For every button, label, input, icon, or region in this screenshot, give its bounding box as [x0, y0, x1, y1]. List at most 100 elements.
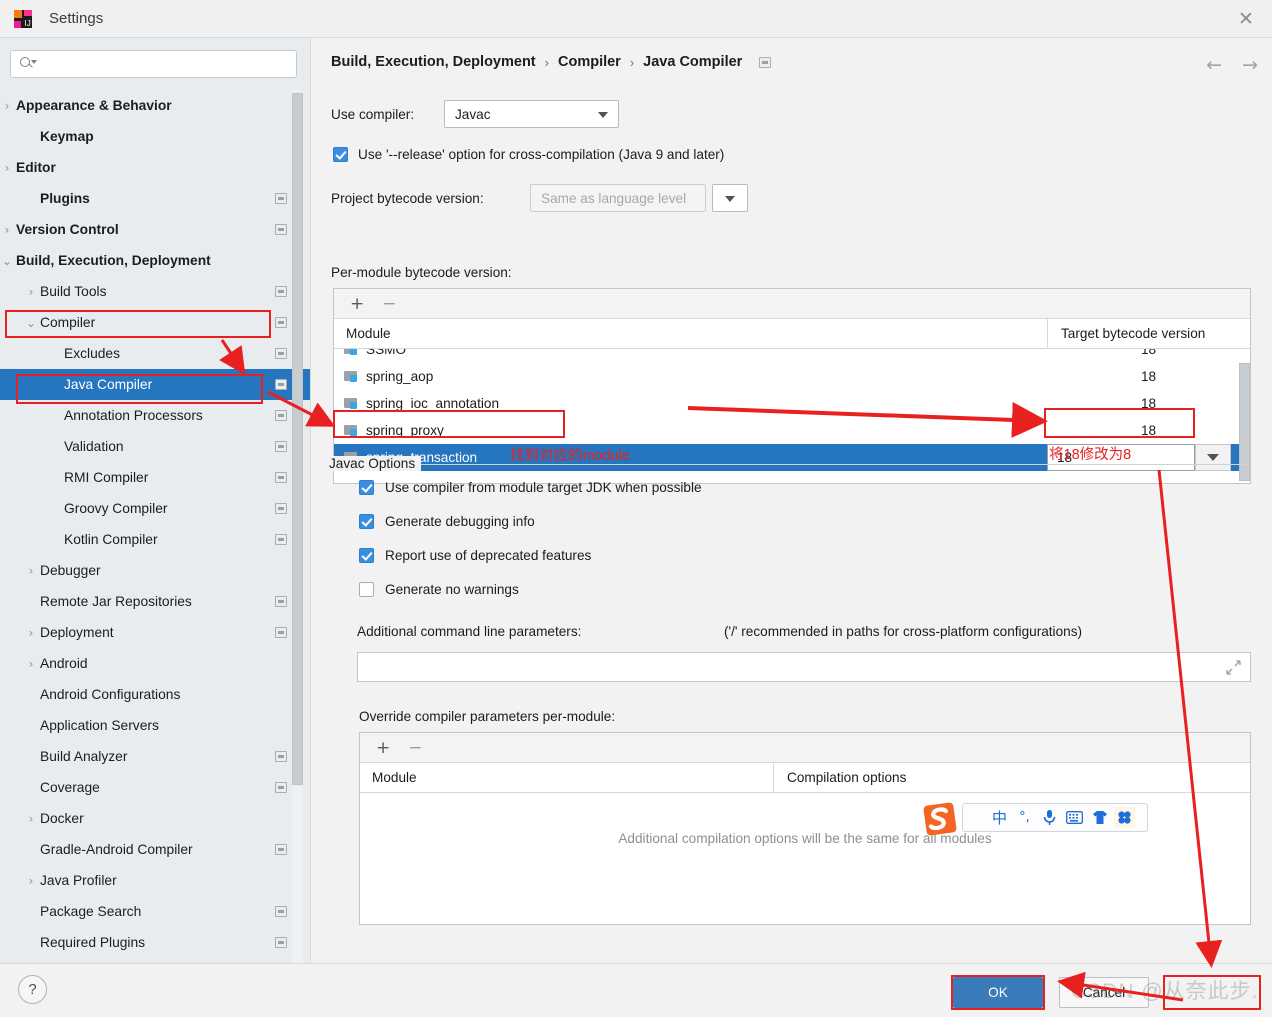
chevron-right-icon[interactable]: ›	[24, 564, 38, 578]
target-bytecode-cell[interactable]: 18	[1047, 423, 1250, 438]
sidebar-item-kotlin-compiler[interactable]: Kotlin Compiler	[0, 524, 310, 555]
sidebar-item-required-plugins[interactable]: Required Plugins	[0, 927, 310, 958]
module-cell[interactable]: spring_aop	[334, 369, 1047, 384]
override-column-header-module[interactable]: Module	[360, 770, 773, 785]
sidebar-item-annotation-processors[interactable]: Annotation Processors	[0, 400, 310, 431]
chevron-right-icon[interactable]: ›	[24, 874, 38, 888]
sidebar-item-docker[interactable]: › Docker	[0, 803, 310, 834]
module-cell[interactable]: spring_transaction	[334, 450, 1047, 465]
sidebar-item-label: Remote Jar Repositories	[40, 594, 192, 609]
sidebar-item-rmi-compiler[interactable]: RMI Compiler	[0, 462, 310, 493]
expand-icon[interactable]	[1226, 660, 1241, 675]
remove-module-button[interactable]: −	[382, 294, 396, 314]
sidebar-item-build-analyzer[interactable]: Build Analyzer	[0, 741, 310, 772]
sidebar-item-deployment[interactable]: › Deployment	[0, 617, 310, 648]
chevron-down-icon[interactable]: ⌄	[0, 254, 14, 268]
chevron-down-icon	[725, 196, 735, 202]
add-module-button[interactable]: +	[350, 294, 364, 314]
table-row[interactable]: spring_ioc_annotation 18	[334, 390, 1250, 417]
javac-option-row[interactable]: Generate debugging info	[359, 514, 535, 529]
chevron-right-icon[interactable]: ›	[24, 812, 38, 826]
ok-button[interactable]: OK	[953, 977, 1043, 1008]
forward-arrow-icon[interactable]: →	[1242, 54, 1258, 76]
breadcrumb-separator-icon: ›	[544, 54, 549, 70]
sidebar-item-compiler[interactable]: ⌄ Compiler	[0, 307, 310, 338]
javac-option-checkbox[interactable]	[359, 582, 374, 597]
toolbox-icon[interactable]	[1114, 807, 1135, 828]
sidebar-item-package-search[interactable]: Package Search	[0, 896, 310, 927]
target-bytecode-cell[interactable]: 18	[1047, 396, 1250, 411]
table-row[interactable]: SSMO 18	[334, 349, 1250, 363]
sidebar-item-editor[interactable]: › Editor	[0, 152, 310, 183]
sidebar-item-excludes[interactable]: Excludes	[0, 338, 310, 369]
override-column-header-options[interactable]: Compilation options	[774, 770, 906, 785]
javac-option-checkbox[interactable]	[359, 548, 374, 563]
add-override-button[interactable]: +	[376, 738, 390, 758]
sidebar-item-android-configurations[interactable]: Android Configurations	[0, 679, 310, 710]
javac-option-checkbox[interactable]	[359, 480, 374, 495]
chevron-right-icon[interactable]: ›	[0, 161, 14, 175]
sidebar-item-build-execution-deployment[interactable]: ⌄ Build, Execution, Deployment	[0, 245, 310, 276]
sidebar-item-coverage[interactable]: Coverage	[0, 772, 310, 803]
sidebar-item-groovy-compiler[interactable]: Groovy Compiler	[0, 493, 310, 524]
release-option-checkbox-row[interactable]: Use '--release' option for cross-compila…	[333, 147, 724, 162]
remove-override-button[interactable]: −	[408, 738, 422, 758]
sidebar-item-keymap[interactable]: Keymap	[0, 121, 310, 152]
chevron-right-icon[interactable]: ›	[24, 657, 38, 671]
project-scope-badge-icon	[275, 286, 287, 297]
use-compiler-select[interactable]: Javac	[444, 100, 619, 128]
sidebar-item-remote-jar-repositories[interactable]: Remote Jar Repositories	[0, 586, 310, 617]
search-input[interactable]	[10, 50, 297, 78]
sidebar-item-java-profiler[interactable]: › Java Profiler	[0, 865, 310, 896]
module-cell[interactable]: SSMO	[334, 349, 1047, 357]
sidebar-scrollbar-thumb[interactable]	[292, 93, 303, 785]
keyboard-icon[interactable]	[1064, 807, 1085, 828]
javac-option-row[interactable]: Use compiler from module target JDK when…	[359, 480, 702, 495]
project-scope-badge-icon	[759, 56, 772, 68]
javac-option-row[interactable]: Generate no warnings	[359, 582, 519, 597]
breadcrumb-part-1[interactable]: Compiler	[558, 54, 621, 70]
sidebar-item-application-servers[interactable]: Application Servers	[0, 710, 310, 741]
sidebar-item-validation[interactable]: Validation	[0, 431, 310, 462]
target-bytecode-cell[interactable]: 18	[1047, 369, 1250, 384]
javac-option-row[interactable]: Report use of deprecated features	[359, 548, 591, 563]
chevron-right-icon[interactable]: ›	[0, 223, 14, 237]
skin-icon[interactable]	[1089, 807, 1110, 828]
target-bytecode-cell[interactable]: 18	[1047, 349, 1250, 357]
back-arrow-icon[interactable]: ←	[1206, 54, 1222, 76]
sidebar-item-plugins[interactable]: Plugins	[0, 183, 310, 214]
column-header-module[interactable]: Module	[334, 326, 1047, 341]
punctuation-icon[interactable]: °,	[1014, 807, 1035, 828]
chevron-right-icon[interactable]: ›	[24, 626, 38, 640]
javac-option-checkbox[interactable]	[359, 514, 374, 529]
chevron-down-icon[interactable]: ⌄	[24, 316, 38, 330]
table-row[interactable]: spring_aop 18	[334, 363, 1250, 390]
project-bytecode-select[interactable]: Same as language level	[530, 184, 706, 212]
microphone-icon[interactable]	[1039, 807, 1060, 828]
additional-params-input[interactable]	[357, 652, 1251, 682]
sidebar-item-gradle-android-compiler[interactable]: Gradle-Android Compiler	[0, 834, 310, 865]
breadcrumb-part-0[interactable]: Build, Execution, Deployment	[331, 54, 536, 70]
table-row[interactable]: spring_proxy 18	[334, 417, 1250, 444]
project-scope-badge-icon	[275, 379, 287, 390]
module-cell[interactable]: spring_ioc_annotation	[334, 396, 1047, 411]
help-button[interactable]: ?	[18, 975, 47, 1004]
release-option-checkbox[interactable]	[333, 147, 348, 162]
column-header-target-bytecode[interactable]: Target bytecode version	[1048, 326, 1205, 341]
sidebar-item-java-compiler[interactable]: Java Compiler	[0, 369, 310, 400]
target-bytecode-dropdown-button[interactable]	[1195, 444, 1231, 471]
chevron-right-icon[interactable]: ›	[0, 99, 14, 113]
close-icon[interactable]: ✕	[1220, 0, 1272, 37]
sidebar-item-build-tools[interactable]: › Build Tools	[0, 276, 310, 307]
module-cell[interactable]: spring_proxy	[334, 423, 1047, 438]
sidebar-item-appearance-behavior[interactable]: › Appearance & Behavior	[0, 90, 310, 121]
sidebar-item-android[interactable]: › Android	[0, 648, 310, 679]
settings-tree[interactable]: › Appearance & Behavior Keymap › Editor Plugi…	[0, 90, 310, 963]
sidebar-item-version-control[interactable]: › Version Control	[0, 214, 310, 245]
chevron-right-icon[interactable]: ›	[24, 285, 38, 299]
chinese-mode-icon[interactable]: 中	[989, 807, 1010, 828]
sogou-ime-toolbar[interactable]: 中 °,	[923, 802, 1148, 836]
sidebar-item-debugger[interactable]: › Debugger	[0, 555, 310, 586]
project-bytecode-dropdown-button[interactable]	[712, 184, 748, 212]
sogou-logo-icon[interactable]	[917, 799, 963, 839]
